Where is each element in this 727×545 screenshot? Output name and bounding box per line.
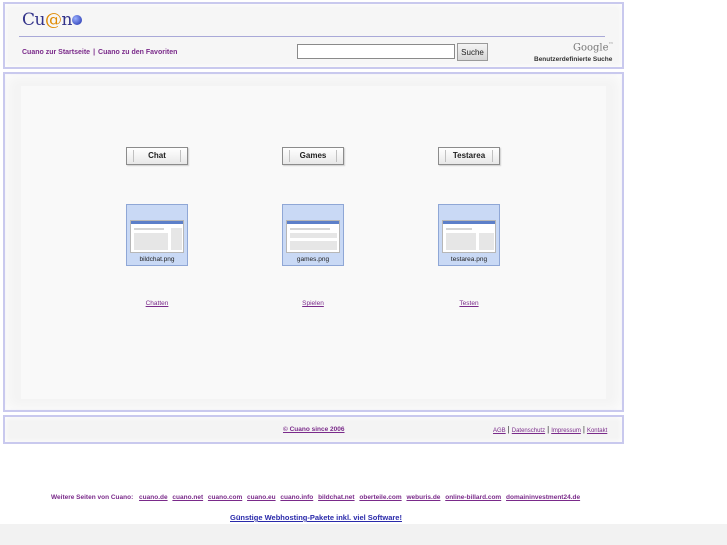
- testarea-button[interactable]: Testarea: [438, 147, 500, 165]
- link-testen[interactable]: Testen: [438, 300, 500, 307]
- search-input[interactable]: [297, 44, 455, 59]
- screenshot-block: [479, 233, 494, 250]
- footer-links: AGB | Datenschutz | Impressum | Kontakt: [493, 425, 607, 434]
- games-screenshot-image: [286, 220, 340, 253]
- games-thumbnail[interactable]: games.png: [282, 204, 344, 266]
- site-link[interactable]: cuano.de: [139, 494, 168, 501]
- main-content: Chat Games Testarea bildchat.png games.p…: [21, 86, 606, 399]
- logo-at-sign: @: [44, 10, 62, 30]
- site-link[interactable]: cuano.net: [172, 494, 203, 501]
- footer-separator: |: [547, 425, 550, 434]
- link-startseite[interactable]: Cuano zur Startseite: [22, 49, 90, 56]
- site-link[interactable]: domaininvestment24.de: [506, 494, 580, 501]
- screenshot-titlebar: [131, 221, 183, 224]
- site-link[interactable]: weburis.de: [406, 494, 440, 501]
- screenshot-titlebar: [287, 221, 339, 224]
- footer-separator: |: [507, 425, 510, 434]
- logo-text-start: Cu: [22, 10, 45, 30]
- testarea-thumbnail-caption: testarea.png: [450, 256, 488, 263]
- logo-globe-icon: [71, 15, 82, 25]
- page-frame: Cu@n Cuano zur Startseite | Cuano zu den F…: [0, 0, 626, 446]
- custom-search-label: Benutzerdefinierte Suche: [534, 56, 613, 63]
- nav-separator: |: [93, 49, 96, 56]
- screenshot-block: [446, 233, 476, 250]
- site-link[interactable]: cuano.eu: [247, 494, 276, 501]
- main-panel: Chat Games Testarea bildchat.png games.p…: [3, 72, 624, 412]
- chat-screenshot-image: [130, 220, 184, 253]
- chat-button[interactable]: Chat: [126, 147, 188, 165]
- screenshot-block: [290, 241, 337, 250]
- other-sites-label: Weitere Seiten von Cuano:: [51, 494, 134, 501]
- cuano-logo[interactable]: Cu@n: [22, 10, 82, 30]
- search-button[interactable]: Suche: [457, 43, 488, 61]
- testarea-thumbnail[interactable]: testarea.png: [438, 204, 500, 266]
- google-tm: ™: [608, 42, 614, 48]
- copyright-link[interactable]: © Cuano since 2006: [283, 426, 345, 433]
- chat-thumbnail[interactable]: bildchat.png: [126, 204, 188, 266]
- other-sites-bar: Weitere Seiten von Cuano: cuano.de cuano…: [51, 494, 583, 501]
- link-chatten[interactable]: Chatten: [126, 300, 188, 307]
- site-link[interactable]: cuano.info: [280, 494, 313, 501]
- screenshot-line: [290, 228, 330, 230]
- logo-text-n: n: [61, 10, 72, 30]
- testarea-screenshot-image: [442, 220, 496, 253]
- link-datenschutz[interactable]: Datenschutz: [512, 428, 545, 434]
- site-link[interactable]: oberteile.com: [359, 494, 401, 501]
- games-button[interactable]: Games: [282, 147, 344, 165]
- chat-thumbnail-caption: bildchat.png: [139, 256, 175, 263]
- link-kontakt[interactable]: Kontakt: [587, 428, 607, 434]
- footer-panel: © Cuano since 2006 AGB | Datenschutz | Impre…: [3, 415, 624, 444]
- screenshot-line: [446, 228, 472, 230]
- link-favoriten[interactable]: Cuano zu den Favoriten: [98, 49, 177, 56]
- google-logo-text: Google: [573, 42, 609, 54]
- games-thumbnail-caption: games.png: [296, 256, 330, 263]
- hosting-ad-link[interactable]: Günstige Webhosting-Pakete inkl. viel So…: [230, 513, 402, 522]
- site-link[interactable]: online-billard.com: [445, 494, 501, 501]
- google-logo: Google™: [573, 42, 614, 53]
- header-divider: [19, 36, 605, 37]
- header-panel: Cu@n Cuano zur Startseite | Cuano zu den F…: [3, 2, 624, 69]
- screenshot-block: [171, 228, 182, 250]
- site-link[interactable]: cuano.com: [208, 494, 242, 501]
- link-spielen[interactable]: Spielen: [282, 300, 344, 307]
- site-link[interactable]: bildchat.net: [318, 494, 354, 501]
- screenshot-titlebar: [443, 221, 495, 224]
- header-nav: Cuano zur Startseite | Cuano zu den Favori…: [22, 49, 177, 56]
- screenshot-block: [290, 233, 337, 238]
- link-agb[interactable]: AGB: [493, 428, 506, 434]
- screenshot-line: [134, 228, 164, 230]
- link-impressum[interactable]: Impressum: [551, 428, 581, 434]
- screenshot-block: [134, 233, 168, 250]
- footer-separator: |: [582, 425, 585, 434]
- bottom-band: [0, 524, 727, 545]
